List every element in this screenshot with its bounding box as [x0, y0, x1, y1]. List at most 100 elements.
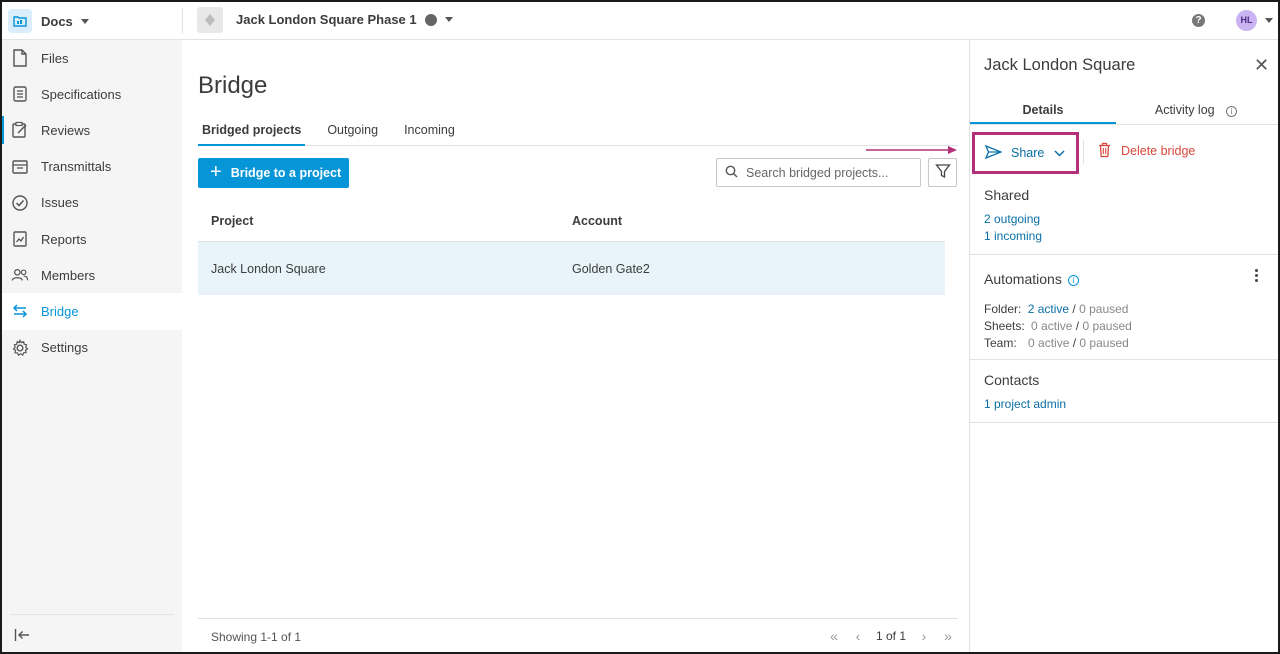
tab-bridged-projects[interactable]: Bridged projects [198, 120, 306, 146]
separator: / [1075, 319, 1080, 333]
previous-page-icon[interactable]: ‹ [850, 628, 866, 644]
more-options-icon[interactable] [1253, 269, 1259, 284]
avatar: HL [1236, 10, 1257, 31]
sidebar-item-label: Bridge [41, 303, 79, 319]
tab-details[interactable]: Details [970, 98, 1116, 124]
sidebar-item-label: Settings [41, 340, 88, 356]
reports-icon [11, 230, 29, 248]
file-icon [11, 49, 29, 67]
info-icon[interactable]: i [1067, 275, 1079, 286]
project-name: Jack London Square Phase 1 [236, 12, 417, 27]
help-icon[interactable]: ? [1192, 14, 1205, 27]
team-label: Team: [984, 336, 1017, 350]
cell-account: Golden Gate2 [572, 261, 650, 276]
search-box [716, 158, 921, 187]
collapse-sidebar-icon[interactable] [14, 628, 30, 645]
sidebar-item-files[interactable]: Files [2, 40, 182, 76]
first-page-icon[interactable]: « [826, 628, 842, 644]
search-icon [725, 165, 738, 181]
sidebar-item-label: Members [41, 267, 96, 283]
tab-outgoing[interactable]: Outgoing [323, 120, 382, 145]
docs-logo-icon [8, 9, 32, 33]
annotation-arrow-icon [866, 146, 957, 154]
pagination: « ‹ 1 of 1 › » [826, 628, 956, 644]
tab-activity-log[interactable]: Activity log i [1116, 98, 1276, 124]
table-header: Project Account [198, 200, 945, 242]
app-switcher[interactable]: Docs [8, 8, 89, 34]
sheets-paused: 0 paused [1082, 319, 1132, 333]
sidebar-item-bridge[interactable]: Bridge [2, 293, 182, 330]
details-panel: Jack London Square ✕ Details Activity lo… [969, 40, 1278, 652]
tab-bar: Bridged projects Outgoing Incoming [198, 120, 958, 146]
chevron-down-icon [80, 18, 89, 24]
results-count: Showing 1-1 of 1 [211, 629, 302, 644]
filter-icon [934, 163, 951, 182]
incoming-link[interactable]: 1 incoming [984, 229, 1042, 243]
sidebar-item-issues[interactable]: Issues [2, 185, 182, 221]
column-header-project[interactable]: Project [198, 214, 572, 228]
delete-bridge-button[interactable]: Delete bridge [1098, 140, 1195, 162]
section-title: Automations i [984, 271, 1079, 287]
share-button[interactable]: Share [972, 132, 1079, 174]
next-page-icon[interactable]: › [916, 628, 932, 644]
table-footer: Showing 1-1 of 1 « ‹ 1 of 1 › » [198, 618, 958, 652]
sidebar: Files Specifications Reviews Transmittal… [2, 40, 182, 652]
divider [182, 8, 183, 34]
divider [10, 614, 174, 615]
sidebar-item-label: Files [41, 50, 69, 66]
sheets-row: Sheets: 0 active / 0 paused [984, 319, 1132, 333]
chevron-down-icon [1054, 146, 1065, 160]
column-header-account[interactable]: Account [572, 214, 945, 228]
send-icon [984, 144, 1003, 162]
folder-label: Folder: [984, 302, 1022, 316]
outgoing-link[interactable]: 2 outgoing [984, 212, 1040, 226]
sidebar-item-members[interactable]: Members [2, 257, 182, 293]
delete-label: Delete bridge [1121, 144, 1196, 158]
reviews-icon [11, 121, 29, 139]
team-row: Team: 0 active / 0 paused [984, 336, 1129, 350]
issues-icon [11, 194, 29, 212]
folder-paused: 0 paused [1079, 302, 1129, 316]
info-icon: i [1226, 106, 1238, 117]
last-page-icon[interactable]: » [940, 628, 956, 644]
sidebar-item-specifications[interactable]: Specifications [2, 76, 182, 112]
trash-icon [1098, 142, 1111, 161]
top-bar: Docs Jack London Square Phase 1 ? HL [2, 2, 1278, 40]
bridge-to-project-button[interactable]: + Bridge to a project [198, 158, 349, 188]
separator: / [1072, 302, 1076, 316]
globe-icon [424, 13, 437, 26]
filter-button[interactable] [928, 158, 957, 187]
app-window: Docs Jack London Square Phase 1 ? HL Fil… [0, 0, 1280, 654]
tab-incoming[interactable]: Incoming [400, 120, 459, 145]
chevron-down-icon [444, 17, 453, 22]
bridged-projects-table: Project Account Jack London Square Golde… [198, 200, 945, 295]
sidebar-item-transmittals[interactable]: Transmittals [2, 149, 182, 185]
project-selector[interactable]: Jack London Square Phase 1 [236, 12, 453, 27]
sidebar-item-settings[interactable]: Settings [2, 330, 182, 366]
sidebar-item-reports[interactable]: Reports [2, 221, 182, 257]
sheets-active: 0 active [1031, 319, 1073, 333]
page-title: Bridge [198, 72, 268, 99]
folder-active-link[interactable]: 2 active [1028, 302, 1069, 316]
project-admin-link[interactable]: 1 project admin [984, 397, 1066, 411]
sidebar-item-label: Specifications [41, 86, 122, 102]
tab-label: Activity log [1154, 103, 1215, 117]
sidebar-item-label: Reports [41, 231, 87, 247]
sidebar-item-reviews[interactable]: Reviews [2, 112, 182, 148]
search-input[interactable] [746, 165, 906, 180]
user-menu[interactable]: HL [1236, 10, 1273, 31]
table-row[interactable]: Jack London Square Golden Gate2 [198, 242, 945, 295]
members-icon [11, 266, 29, 284]
project-thumbnail[interactable] [197, 7, 223, 33]
settings-icon [11, 338, 29, 357]
sheets-label: Sheets: [984, 319, 1025, 333]
divider [1083, 140, 1084, 164]
shared-section: Shared 2 outgoing 1 incoming [970, 174, 1278, 255]
specifications-icon [11, 85, 29, 103]
chevron-down-icon [1265, 18, 1273, 23]
panel-tab-bar: Details Activity log i [970, 98, 1278, 125]
close-icon[interactable]: ✕ [1254, 56, 1269, 74]
sidebar-footer [2, 614, 182, 652]
sidebar-item-label: Reviews [41, 122, 91, 138]
separator: / [1072, 336, 1077, 350]
